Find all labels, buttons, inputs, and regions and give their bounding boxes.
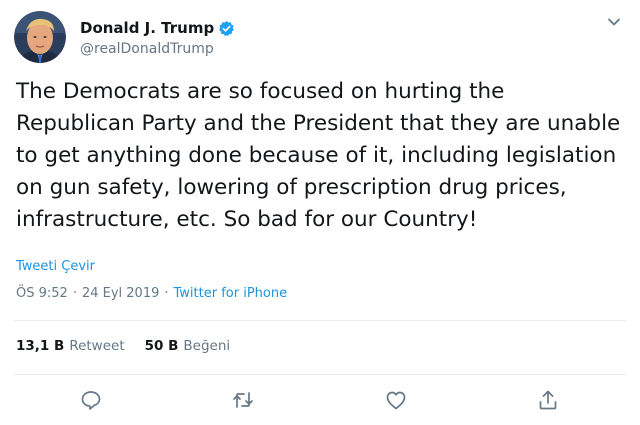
tweet-time[interactable]: ÖS 9:52 [16,286,68,301]
share-icon[interactable] [536,388,560,412]
tweet-source-link[interactable]: Twitter for iPhone [174,286,288,301]
retweet-count: 13,1 B [16,338,65,354]
tweet-meta: ÖS 9:52 · 24 Eyl 2019 · Twitter for iPho… [16,286,287,301]
like-count: 50 B [144,338,179,354]
tweet-stats: 13,1 B Retweet 50 B Beğeni [16,338,230,354]
avatar[interactable] [14,11,66,63]
retweet-stat[interactable]: 13,1 B Retweet [16,338,125,354]
meta-separator: · [72,286,77,301]
verified-badge-icon [218,20,235,37]
author-names: Donald J. Trump @realDonaldTrump [80,17,235,57]
tweet-card: Donald J. Trump @realDonaldTrump The Dem… [0,0,640,425]
display-name[interactable]: Donald J. Trump [80,19,214,37]
retweet-icon[interactable] [231,388,255,412]
heart-icon[interactable] [384,388,408,412]
tweet-date[interactable]: 24 Eyl 2019 [82,286,159,301]
reply-icon[interactable] [79,388,103,412]
tweet-header: Donald J. Trump @realDonaldTrump [14,10,235,64]
tweet-actions [0,388,640,412]
retweet-label: Retweet [69,338,125,354]
divider [14,374,626,375]
like-label: Beğeni [183,338,231,354]
chevron-down-icon[interactable] [604,12,624,32]
like-stat[interactable]: 50 B Beğeni [145,338,231,354]
tweet-text: The Democrats are so focused on hurting … [16,79,621,232]
user-handle[interactable]: @realDonaldTrump [80,41,235,57]
name-row: Donald J. Trump [80,17,235,39]
divider [14,320,626,321]
meta-separator: · [164,286,169,301]
translate-tweet-link[interactable]: Tweeti Çevir [16,259,95,274]
